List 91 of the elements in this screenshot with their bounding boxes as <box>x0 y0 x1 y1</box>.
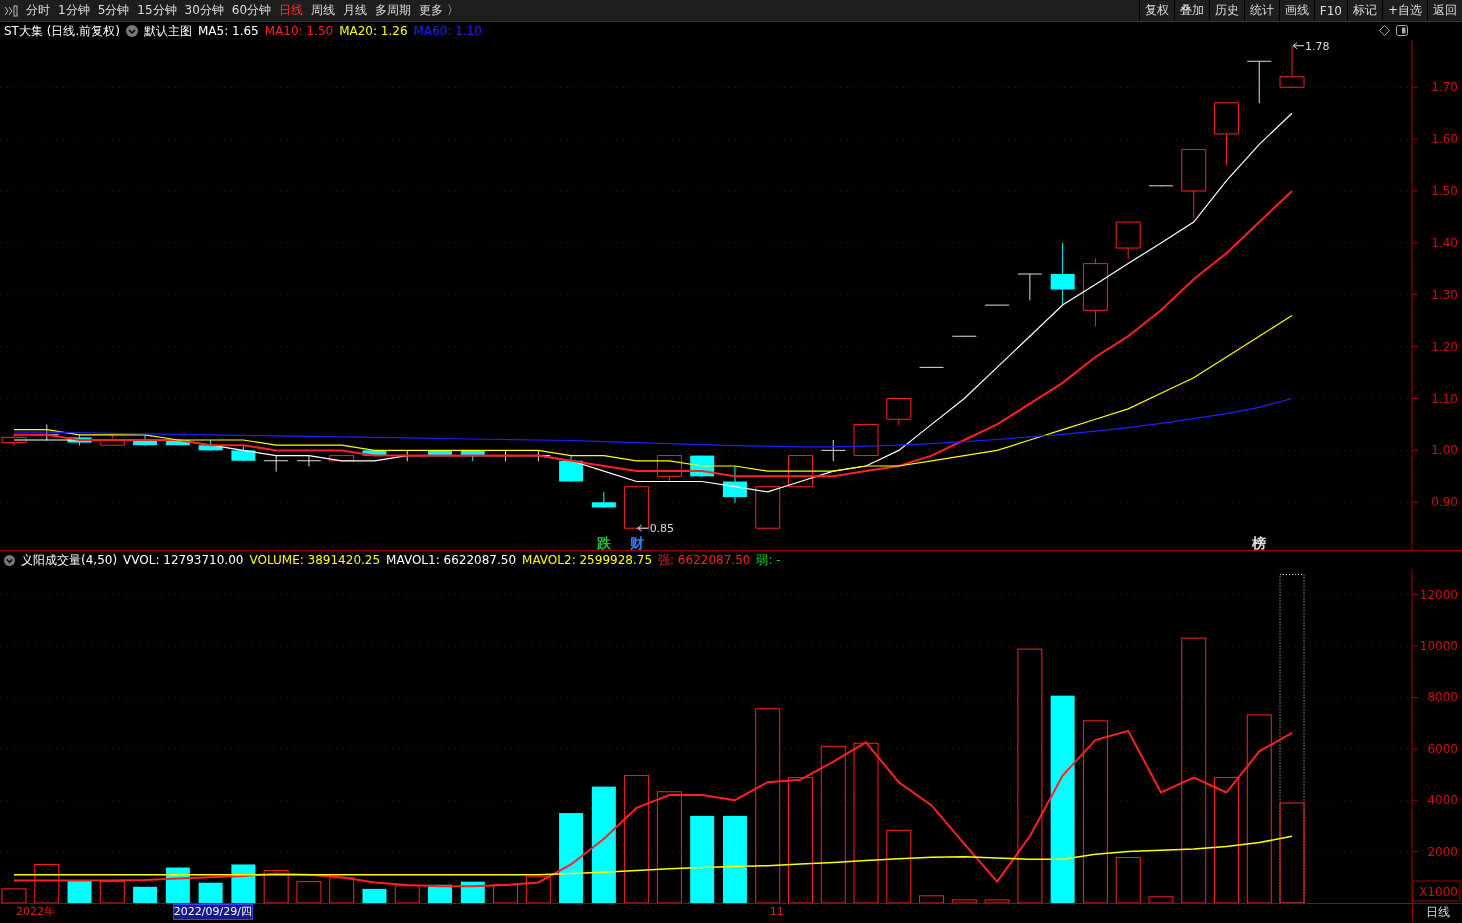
collapse-icon[interactable] <box>4 4 18 17</box>
period-tab[interactable]: 60分钟 <box>227 0 276 21</box>
rising-candlestick <box>788 455 813 488</box>
indicator-value: MA60: 1.10 <box>413 24 482 38</box>
indicator-value: 弱: - <box>756 551 781 569</box>
pointer-arrow-icon <box>637 524 650 532</box>
rising-candlestick <box>886 398 912 426</box>
unit-label: X1000 <box>1419 885 1458 899</box>
rising-candlestick <box>1214 102 1239 167</box>
indicator-title: 义阳成交量(4,50) <box>21 551 118 569</box>
period-tab[interactable]: 日线 <box>275 0 308 21</box>
falling-candlestick <box>165 439 190 447</box>
panel-toggle-icon[interactable] <box>1396 25 1408 36</box>
indicator-value: MA5: 1.65 <box>197 24 259 38</box>
falling-candlestick <box>198 439 223 452</box>
axis-label: 1.20 <box>1431 339 1458 354</box>
rising-candlestick <box>1 434 27 447</box>
doji-candlestick <box>820 439 846 462</box>
rising-candlestick <box>1082 257 1108 327</box>
axis-label: 0.90 <box>1431 495 1458 510</box>
doji-candlestick <box>1017 273 1043 301</box>
rising-candlestick <box>624 486 650 530</box>
axis-label: 6000 <box>1427 741 1458 756</box>
event-marker: 榜 <box>1252 535 1267 550</box>
rising-candlestick <box>329 455 355 462</box>
axis-label: 8000 <box>1427 690 1458 705</box>
dropdown-icon[interactable] <box>4 554 15 566</box>
date-label: 2022年 <box>16 905 55 919</box>
indicator-value: 强: 6622087.50 <box>658 551 751 569</box>
indicator-value: MA20: 1.26 <box>339 24 408 38</box>
doji-candlestick <box>263 455 289 473</box>
rising-candlestick <box>1279 45 1305 89</box>
price-label: 1.78 <box>1305 40 1330 53</box>
axis-label: 1.40 <box>1431 235 1458 250</box>
falling-candlestick <box>591 491 616 509</box>
rising-candlestick <box>755 486 781 530</box>
axis-label: 4000 <box>1427 793 1458 808</box>
rising-candlestick <box>853 423 879 457</box>
falling-candlestick <box>428 449 452 457</box>
falling-candlestick <box>231 444 256 462</box>
axis-label: 2000 <box>1427 844 1458 859</box>
period-tab[interactable]: 更多 〉 <box>415 0 463 21</box>
indicator-value: VOLUME: 3891420.25 <box>249 553 381 567</box>
period-tab[interactable]: 多周期 <box>371 0 416 21</box>
axis-label: 1.50 <box>1431 184 1458 198</box>
period-tab[interactable]: 30分钟 <box>180 0 228 21</box>
event-marker: 财 <box>629 535 644 550</box>
date-label: 2022/09/29/四 <box>172 904 253 920</box>
period-tab[interactable]: 1分钟 <box>54 0 94 21</box>
falling-candlestick <box>460 449 485 462</box>
indicator-value: MAVOL1: 6622087.50 <box>386 553 517 567</box>
period-tab[interactable]: 周线 <box>307 0 340 21</box>
doji-candlestick <box>296 455 322 467</box>
indicator-value: MAVOL2: 2599928.75 <box>522 553 652 567</box>
diamond-icon[interactable] <box>1379 25 1390 36</box>
indicator-value: VVOL: 12793710.00 <box>123 553 244 567</box>
axis-label: 1.30 <box>1431 287 1458 302</box>
axis-label: 10000 <box>1419 639 1458 654</box>
falling-candlestick <box>559 455 584 483</box>
falling-candlestick <box>1050 242 1075 307</box>
doji-candlestick <box>951 335 977 338</box>
rising-candlestick <box>1181 148 1207 218</box>
axis-label: 12000 <box>1419 587 1458 602</box>
falling-candlestick <box>362 449 387 457</box>
doji-candlestick <box>919 366 945 369</box>
axis-label: 1.60 <box>1431 132 1458 147</box>
axis-label: 1.10 <box>1431 391 1458 406</box>
period-label: 日线 <box>1426 905 1450 920</box>
axis-label: 1.70 <box>1431 80 1458 95</box>
date-label: 11 <box>769 905 784 919</box>
indicator-value: MA10: 1.50 <box>264 24 334 38</box>
price-label: 0.85 <box>649 522 675 536</box>
doji-candlestick <box>984 304 1010 307</box>
rising-candlestick <box>656 455 682 483</box>
period-tab[interactable]: 分时 <box>22 0 54 21</box>
period-tab[interactable]: 5分钟 <box>93 0 134 21</box>
rising-candlestick <box>1115 221 1141 260</box>
axis-label: 1.00 <box>1431 443 1458 458</box>
pointer-arrow-icon <box>1292 42 1305 50</box>
falling-candlestick <box>133 434 158 447</box>
period-tab[interactable]: 15分钟 <box>133 0 181 21</box>
falling-candlestick <box>67 434 92 447</box>
event-marker: 跌 <box>596 535 611 550</box>
stock-title: ST大集 (日线.前复权) <box>4 22 120 40</box>
rising-candlestick <box>99 434 125 447</box>
doji-candlestick <box>1148 185 1174 187</box>
falling-candlestick <box>722 465 747 504</box>
doji-candlestick <box>1246 60 1272 104</box>
period-tab[interactable]: 月线 <box>339 0 372 21</box>
dropdown-icon[interactable] <box>125 25 138 37</box>
template-label[interactable]: 默认主图 <box>143 22 192 40</box>
